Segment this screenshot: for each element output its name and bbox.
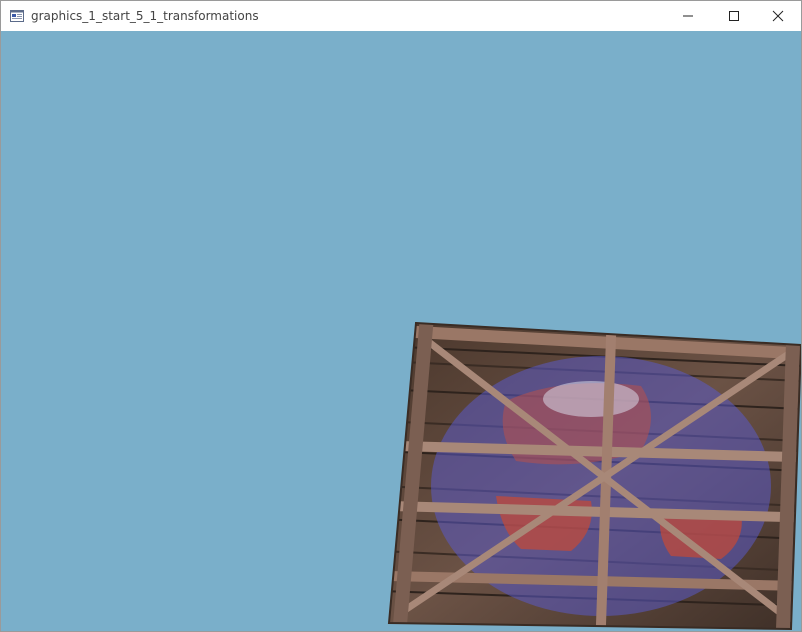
close-button[interactable]: [755, 1, 801, 31]
scene-canvas: [1, 31, 801, 631]
app-window-icon: [10, 9, 24, 22]
minimize-button[interactable]: [665, 1, 711, 31]
app-window: graphics_1_start_5_1_transformations: [0, 0, 802, 632]
window-title: graphics_1_start_5_1_transformations: [31, 9, 259, 23]
maximize-button[interactable]: [711, 1, 757, 31]
opengl-viewport[interactable]: [1, 31, 801, 631]
close-icon: [772, 10, 784, 22]
transformed-textured-quad: [387, 321, 801, 631]
face-highlight: [543, 381, 639, 417]
minimize-icon: [683, 15, 693, 17]
maximize-icon: [729, 11, 739, 21]
title-bar[interactable]: graphics_1_start_5_1_transformations: [1, 1, 801, 31]
